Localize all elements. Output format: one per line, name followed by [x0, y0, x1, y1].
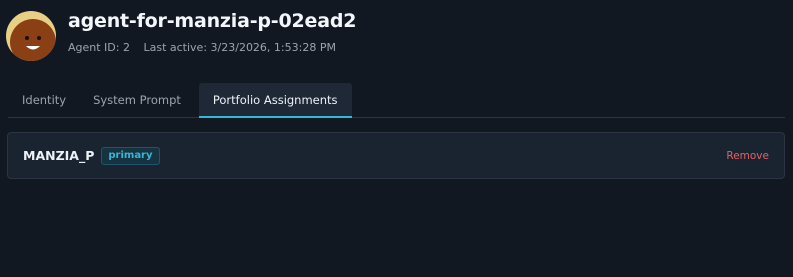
agent-header: agent-for-manzia-p-02ead2 Agent ID: 2 La…	[6, 10, 357, 61]
last-active: Last active: 3/23/2026, 1:53:28 PM	[143, 41, 336, 54]
primary-badge: primary	[101, 146, 160, 165]
remove-button[interactable]: Remove	[726, 150, 769, 162]
tab-portfolio-assignments[interactable]: Portfolio Assignments	[198, 83, 352, 118]
tab-identity[interactable]: Identity	[8, 83, 93, 117]
avatar	[6, 11, 56, 61]
tab-bar: Identity System Prompt Portfolio Assignm…	[8, 83, 785, 118]
agent-meta: Agent ID: 2 Last active: 3/23/2026, 1:53…	[68, 41, 356, 54]
agent-id: Agent ID: 2	[68, 41, 130, 54]
portfolio-assignment-row: MANZIA_P primary Remove	[7, 132, 785, 179]
agent-name: agent-for-manzia-p-02ead2	[68, 10, 357, 32]
tab-system-prompt[interactable]: System Prompt	[93, 83, 199, 117]
portfolio-name: MANZIA_P	[23, 148, 95, 163]
smiling-face-icon	[10, 19, 56, 61]
